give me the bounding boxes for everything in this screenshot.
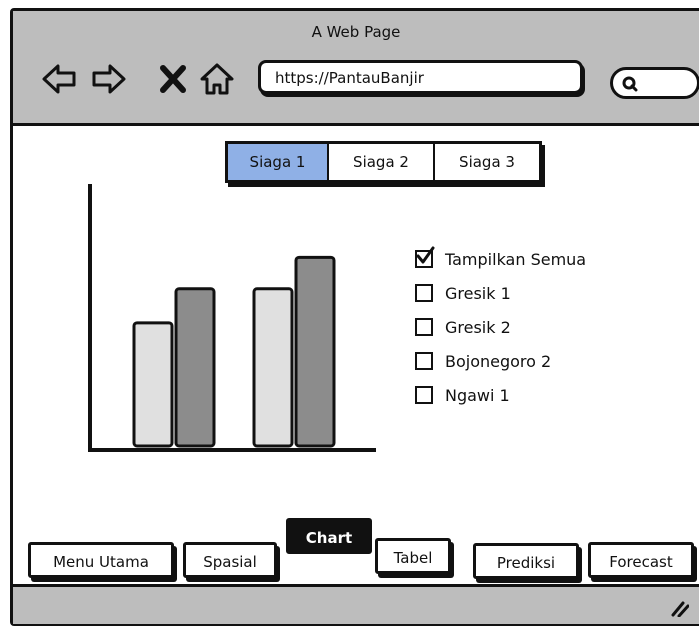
home-icon[interactable]: [199, 61, 235, 97]
browser-toolbar: A Web Page https://PantauBanjir: [13, 11, 699, 126]
arrow-right-icon[interactable]: [91, 61, 127, 97]
level-tabs: Siaga 1 Siaga 2 Siaga 3: [225, 141, 542, 183]
tab-siaga-3[interactable]: Siaga 3: [435, 144, 539, 180]
chart-bars: [132, 255, 336, 448]
filter-list: Tampilkan Semua Gresik 1 Gresik 2 Bojone…: [415, 242, 586, 412]
filter-label: Tampilkan Semua: [445, 249, 587, 269]
status-bar: [13, 584, 699, 624]
filter-label: Gresik 1: [445, 283, 511, 303]
checkbox[interactable]: [415, 386, 433, 404]
checkbox[interactable]: [415, 352, 433, 370]
window-title: A Web Page: [311, 23, 401, 41]
bar-chart: [88, 184, 376, 452]
search-input[interactable]: [610, 67, 699, 99]
chart-bar: [252, 287, 294, 448]
filter-gresik-1[interactable]: Gresik 1: [415, 276, 586, 310]
checkbox[interactable]: [415, 246, 435, 268]
filter-bojonegoro-2[interactable]: Bojonegoro 2: [415, 344, 586, 378]
checkmark-icon: [416, 246, 435, 264]
filter-label: Bojonegoro 2: [445, 351, 552, 371]
filter-label: Gresik 2: [445, 317, 511, 337]
chart-bar: [132, 321, 174, 448]
filter-tampilkan-semua[interactable]: Tampilkan Semua: [415, 242, 586, 276]
filter-ngawi-1[interactable]: Ngawi 1: [415, 378, 586, 412]
checkbox[interactable]: [415, 284, 433, 302]
checkbox[interactable]: [415, 318, 433, 336]
chart-bar: [174, 287, 216, 448]
tab-siaga-2[interactable]: Siaga 2: [329, 144, 435, 180]
nav-forecast-button[interactable]: Forecast: [588, 542, 694, 578]
nav-chart-button[interactable]: Chart: [286, 518, 372, 554]
resize-grip-icon[interactable]: [667, 595, 689, 617]
tab-siaga-1[interactable]: Siaga 1: [228, 144, 329, 180]
search-icon: [622, 76, 638, 92]
url-input[interactable]: https://PantauBanjir: [258, 60, 583, 94]
nav-prediksi-button[interactable]: Prediksi: [473, 543, 579, 579]
filter-gresik-2[interactable]: Gresik 2: [415, 310, 586, 344]
chart-bar: [294, 255, 336, 448]
filter-label: Ngawi 1: [445, 385, 510, 405]
arrow-left-icon[interactable]: [41, 61, 77, 97]
nav-spasial-button[interactable]: Spasial: [183, 542, 277, 578]
nav-menu-utama-button[interactable]: Menu Utama: [28, 542, 174, 578]
nav-tabel-button[interactable]: Tabel: [375, 538, 451, 574]
close-icon[interactable]: [155, 61, 191, 97]
